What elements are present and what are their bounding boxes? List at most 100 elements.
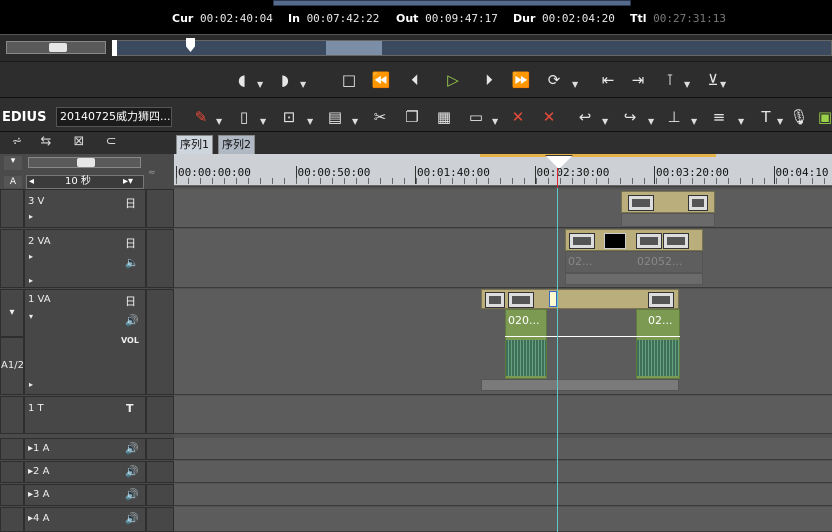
clip-va2-video[interactable] (565, 229, 703, 251)
track-a2-header[interactable]: ▸2 A 🔊 (24, 461, 146, 483)
zoom-right-arrow[interactable]: ▸▾ (123, 176, 133, 188)
audio-toggle[interactable]: A (4, 176, 22, 188)
volume-label[interactable]: VOL (121, 336, 139, 345)
project-name[interactable]: 20140725威力狮四... (56, 107, 172, 127)
chevron-down-icon[interactable]: ▼ (307, 117, 313, 126)
video-mute-icon[interactable]: 日 (125, 293, 136, 309)
speaker-icon[interactable]: 🔊 (125, 465, 139, 478)
volume-line[interactable] (505, 336, 680, 337)
stop-button[interactable]: □ (336, 67, 362, 93)
track-a3-side[interactable] (0, 484, 24, 506)
new-sequence-icon[interactable]: ▯ (233, 106, 255, 128)
chevron-down-icon[interactable]: ▼ (352, 117, 358, 126)
position-scrubber[interactable] (112, 40, 832, 56)
sequence-marker-icon[interactable]: ✎ (190, 106, 212, 128)
track-3v-header[interactable]: 3 V 日 ▸ (24, 189, 146, 228)
next-edit-button[interactable]: ⇥ (625, 67, 651, 93)
chevron-down-icon[interactable]: ▼ (738, 117, 744, 126)
zoom-left-arrow[interactable]: ◂ (29, 176, 34, 188)
play-button[interactable]: ▷ (440, 67, 466, 93)
set-in-point-button[interactable]: ◖ (229, 67, 255, 93)
chevron-down-icon[interactable]: ▼ (300, 80, 306, 89)
zoom-select[interactable]: ◂ 10 秒 ▸▾ (26, 175, 144, 189)
selected-clip-marker[interactable] (549, 291, 557, 307)
render-icon[interactable]: ▣ (814, 106, 832, 128)
speaker-icon[interactable]: 🔊 (125, 488, 139, 501)
chevron-down-icon[interactable]: ▼ (572, 80, 578, 89)
step-forward-button[interactable]: ⏵ (476, 67, 502, 93)
redo-icon[interactable]: ↪ (619, 106, 641, 128)
speaker-icon[interactable]: 🔈 (125, 256, 139, 269)
step-back-button[interactable]: ⏴ (402, 67, 428, 93)
speaker-icon[interactable]: 🔊 (125, 512, 139, 525)
fast-forward-button[interactable]: ⏩ (508, 67, 534, 93)
video-mute-icon[interactable]: 日 (125, 195, 136, 211)
track-a4-header[interactable]: ▸4 A 🔊 (24, 507, 146, 532)
track-1va-header[interactable]: 1 VA 日 ▾ 🔊 VOL ▸ (24, 289, 146, 395)
delete-icon[interactable]: ✕ (507, 106, 529, 128)
track-1t-header[interactable]: 1 T T (24, 396, 146, 434)
track-1t-side[interactable] (0, 396, 24, 434)
expand-icon[interactable]: ▸ (29, 212, 33, 221)
track-a4-side[interactable] (0, 507, 24, 532)
clip-va1-video[interactable] (481, 289, 679, 309)
clip-v3[interactable] (621, 191, 715, 213)
ripple-delete-icon[interactable]: ✕ (538, 106, 560, 128)
paste-icon[interactable]: ▦ (433, 106, 455, 128)
open-project-icon[interactable]: ⊡ (278, 106, 300, 128)
video-mute-icon[interactable]: 日 (125, 235, 136, 251)
set-out-point-button[interactable]: ◗ (272, 67, 298, 93)
chevron-down-icon[interactable]: ▼ (684, 80, 690, 89)
track-a3-header[interactable]: ▸3 A 🔊 (24, 484, 146, 506)
shuttle-slider-knob[interactable] (49, 43, 67, 52)
mixer-icon[interactable]: ≡ (708, 106, 730, 128)
expand-icon[interactable]: ▸ (29, 252, 33, 261)
razor-icon[interactable]: ⊥ (663, 106, 685, 128)
ripple-mode-icon[interactable]: ⇆ (35, 134, 57, 149)
chevron-down-icon[interactable]: ▼ (648, 117, 654, 126)
snap-icon[interactable]: ⊂ (100, 134, 122, 149)
microphone-icon[interactable]: 🎙 (788, 106, 810, 128)
tab-sequence1[interactable]: 序列1 (176, 135, 213, 154)
title-icon[interactable]: T (755, 106, 777, 128)
speaker-icon[interactable]: 🔊 (125, 442, 139, 455)
collapse-toggle[interactable]: ▾ (4, 156, 22, 170)
link-icon[interactable]: ⊠ (68, 134, 90, 149)
expand-icon[interactable]: ▸ (29, 380, 33, 389)
chevron-down-icon[interactable]: ▼ (492, 117, 498, 126)
insert-button[interactable]: ⊺ (657, 67, 683, 93)
prev-edit-button[interactable]: ⇤ (595, 67, 621, 93)
track-3v-side[interactable] (0, 189, 24, 228)
track-2va-header[interactable]: 2 VA 日 ▸ 🔈 ▸ (24, 229, 146, 288)
track-a1-header[interactable]: ▸1 A 🔊 (24, 438, 146, 460)
zoom-slider-knob[interactable] (77, 158, 95, 167)
zoom-slider[interactable] (28, 157, 141, 168)
track-a2-side[interactable] (0, 461, 24, 483)
collapse-icon[interactable]: ▾ (29, 312, 33, 321)
speaker-icon[interactable]: 🔊 (125, 314, 139, 327)
chevron-down-icon[interactable]: ▼ (260, 117, 266, 126)
paste-insert-icon[interactable]: ▭ (465, 106, 487, 128)
save-project-icon[interactable]: ▤ (324, 106, 346, 128)
copy-icon[interactable]: ❐ (401, 106, 423, 128)
track-sync-icon[interactable]: ⩫ (6, 134, 28, 149)
track-a1-side[interactable] (0, 438, 24, 460)
cut-icon[interactable]: ✂ (369, 106, 391, 128)
chevron-down-icon[interactable]: ▼ (777, 117, 783, 126)
timeline-ruler[interactable]: 00:00:00:00 00:00:50:00 00:01:40:00 00:02:3… (174, 154, 832, 186)
track-1va-video-toggle[interactable]: ▾ (0, 289, 24, 337)
rewind-button[interactable]: ⏪ (368, 67, 394, 93)
ruler-minor-tick (680, 178, 681, 184)
shuttle-slider[interactable] (6, 41, 106, 54)
chevron-down-icon[interactable]: ▼ (691, 117, 697, 126)
chevron-down-icon[interactable]: ▼ (720, 80, 726, 89)
undo-icon[interactable]: ↩ (574, 106, 596, 128)
expand-audio-icon[interactable]: ▸ (29, 276, 33, 285)
chevron-down-icon[interactable]: ▼ (257, 80, 263, 89)
chevron-down-icon[interactable]: ▼ (602, 117, 608, 126)
loop-button[interactable]: ⟳ (541, 67, 567, 93)
track-2va-side[interactable] (0, 229, 24, 288)
track-1va-audio-toggle[interactable]: A1/2 (0, 337, 24, 395)
tab-sequence2[interactable]: 序列2 (218, 135, 255, 154)
chevron-down-icon[interactable]: ▼ (216, 117, 222, 126)
